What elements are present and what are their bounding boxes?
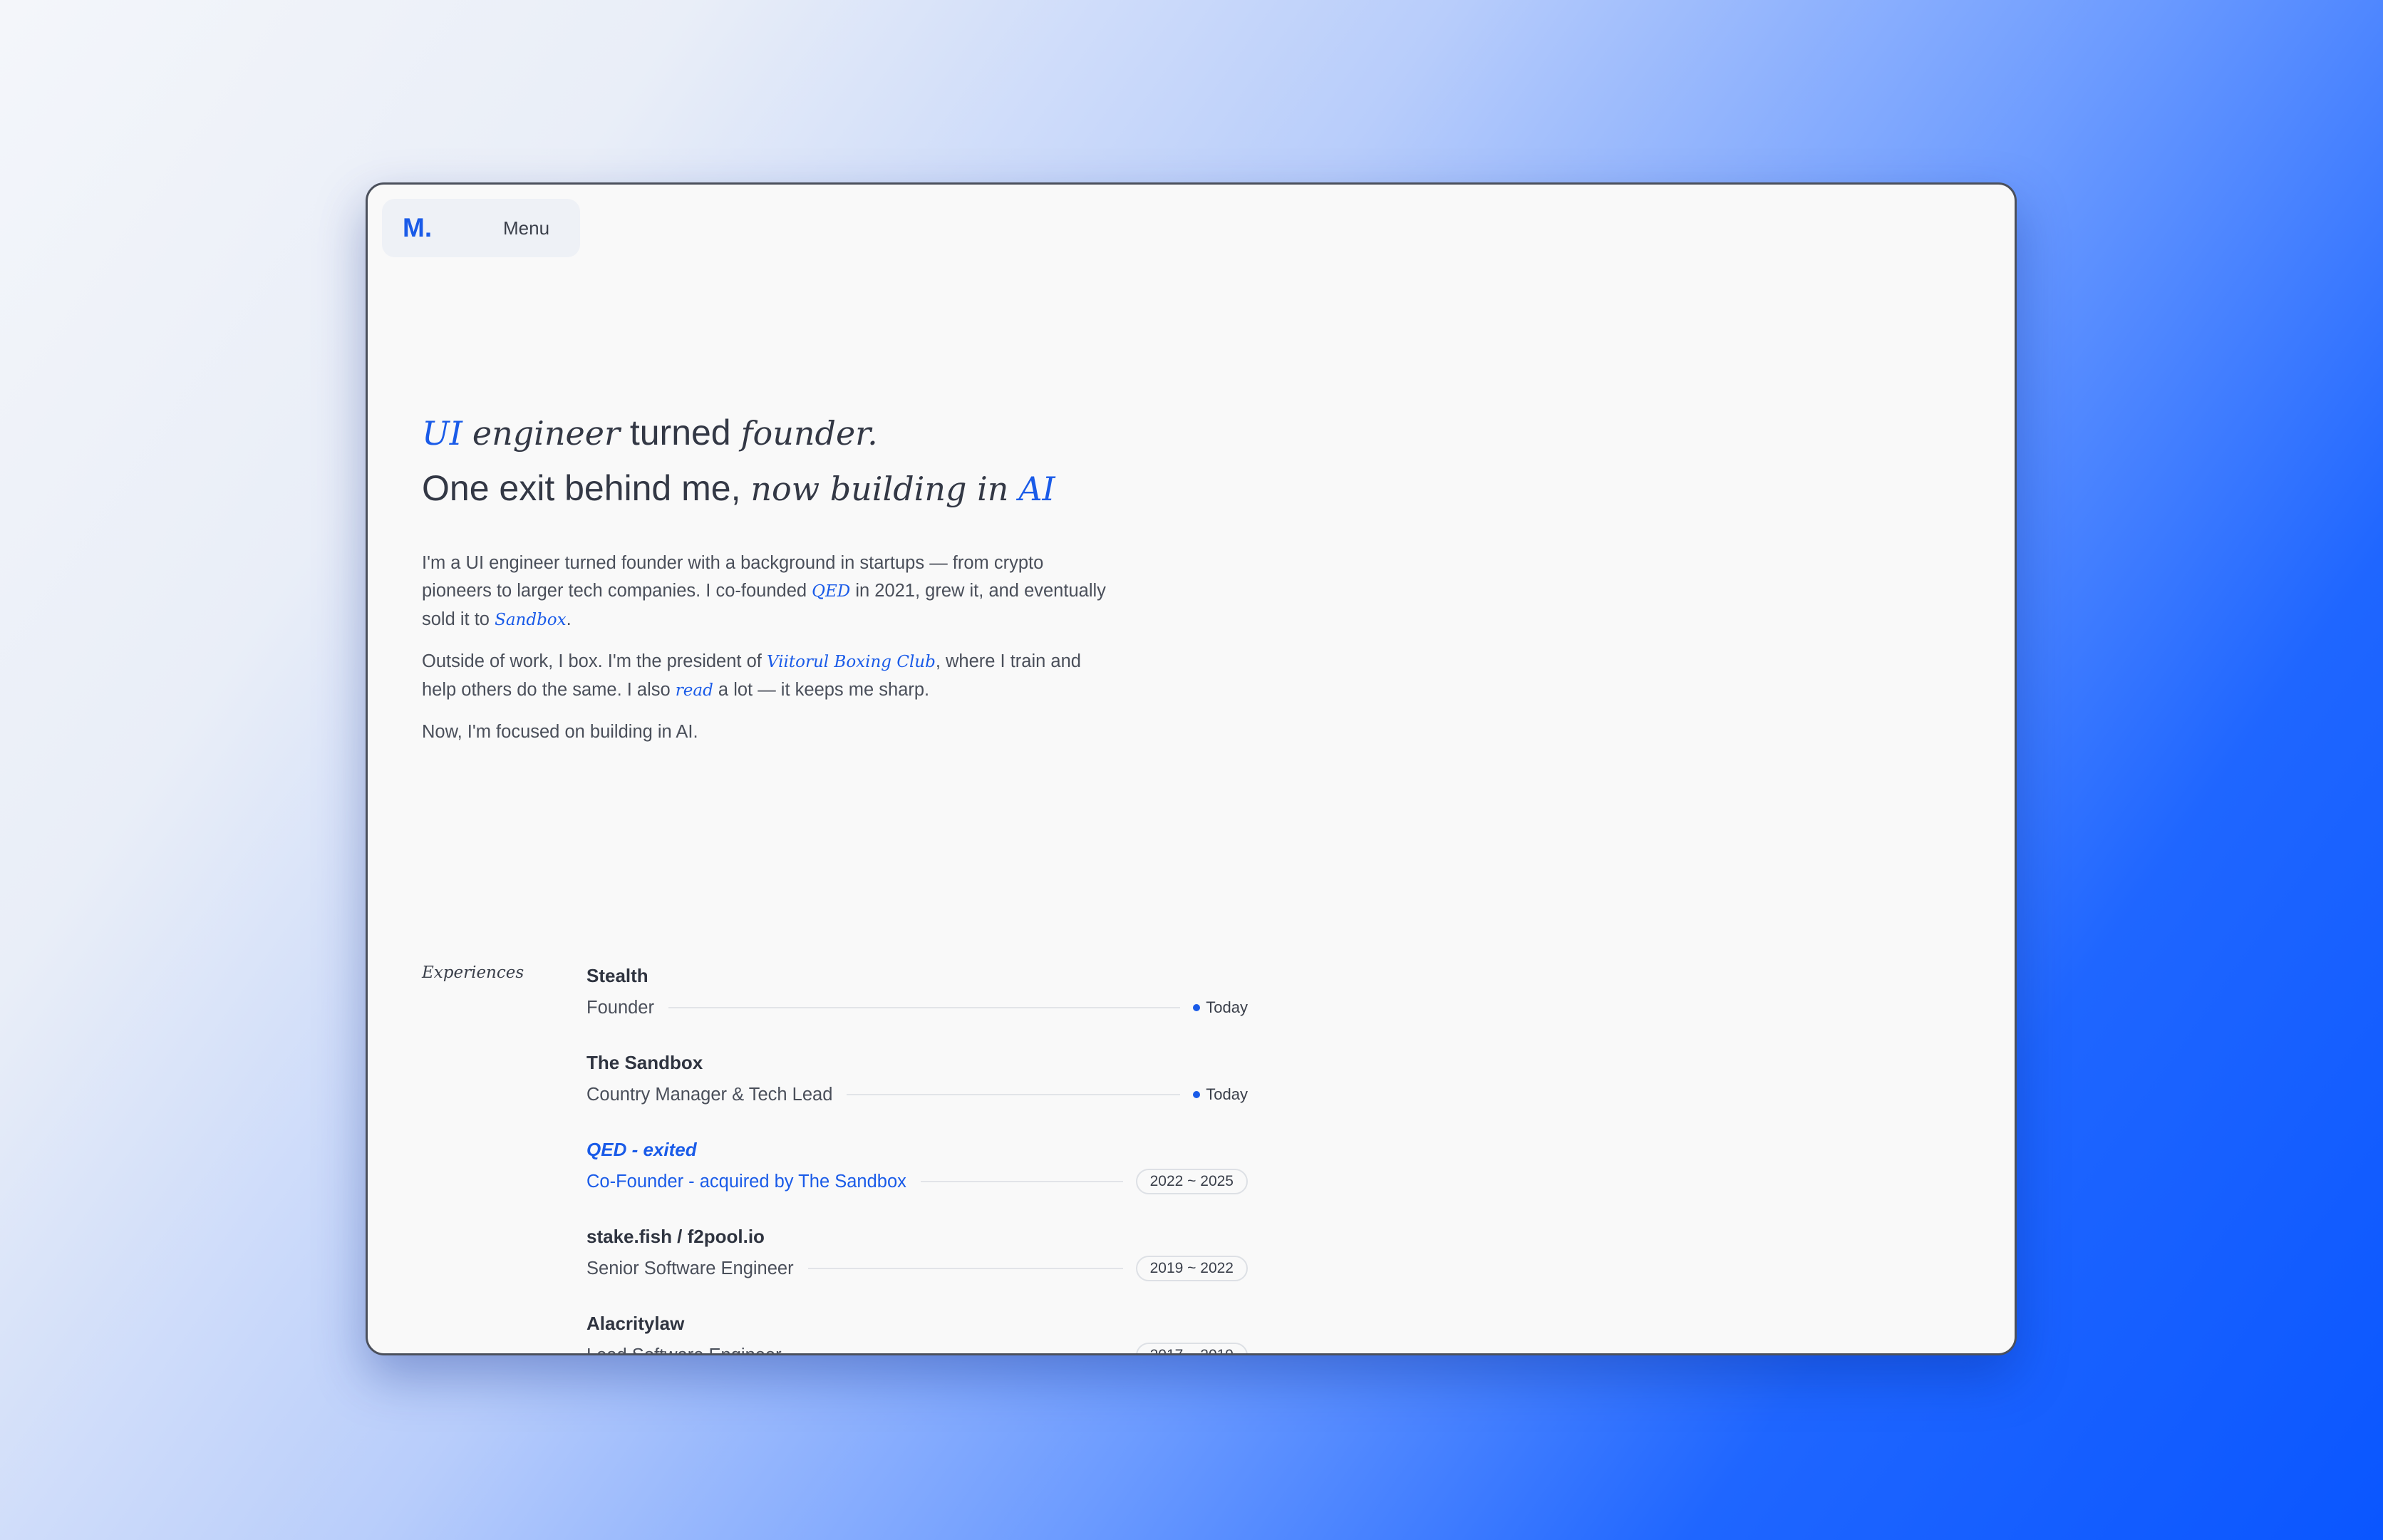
period-badge: 2017 ~ 2019 [1135,1343,1248,1353]
bio-text: . [566,609,572,629]
experience-item-stealth: Stealth Founder Today [586,963,1248,1035]
read-link[interactable]: read [676,681,713,700]
experience-item-sandbox: The Sandbox Country Manager & Tech Lead … [586,1050,1248,1122]
role-title: Country Manager & Tech Lead [586,1084,833,1105]
company-name: Stealth [586,965,648,986]
logo[interactable]: M. [403,199,432,257]
period-badge: 2022 ~ 2025 [1135,1169,1248,1194]
sandbox-link[interactable]: Sandbox [495,611,567,629]
experience-item-qed[interactable]: QED - exited Co-Founder - acquired by Th… [586,1137,1248,1209]
bio-text: Outside of work, I box. I'm the presiden… [422,651,767,671]
current-indicator: Today [1193,998,1248,1017]
hero-turned-word: turned [629,413,731,453]
hero-headline: UI engineer turned founder. One exit beh… [422,405,1348,517]
period-label: Today [1206,998,1248,1016]
experience-item-stakefish: stake.fish / f2pool.io Senior Software E… [586,1224,1248,1296]
hero-engineer-word: engineer [472,414,620,453]
experiences-label: Experiences [422,963,524,982]
period-label: Today [1206,1085,1248,1103]
bio-paragraph-1: I'm a UI engineer turned founder with a … [422,549,1106,634]
role-title[interactable]: Co-Founder - acquired by The Sandbox [586,1172,906,1192]
role-title: Senior Software Engineer [586,1258,794,1278]
bio-section: I'm a UI engineer turned founder with a … [422,549,1106,760]
hero-founder-word: founder. [740,414,878,453]
timeline-divider [920,1181,1123,1182]
company-name[interactable]: QED - exited [586,1137,697,1162]
role-row: Country Manager & Tech Lead Today [586,1082,1248,1107]
timeline-divider [807,1268,1123,1269]
status-dot-icon [1193,1091,1201,1098]
role-title: Lead Software Engineer [586,1345,782,1355]
role-row: Co-Founder - acquired by The Sandbox 202… [586,1169,1248,1194]
bio-paragraph-2: Outside of work, I box. I'm the presiden… [422,648,1106,705]
company-name: The Sandbox [586,1052,703,1073]
nav-bar: M. Menu [382,199,580,257]
hero-ui-word: UI [422,414,462,453]
period-badge: 2019 ~ 2022 [1135,1256,1248,1281]
role-row: Lead Software Engineer 2017 ~ 2019 [586,1343,1248,1355]
role-row: Senior Software Engineer 2019 ~ 2022 [586,1256,1248,1281]
timeline-divider [668,1007,1181,1008]
qed-link[interactable]: QED [812,582,850,601]
hero-building-text: now building in [750,470,1009,508]
timeline-divider [847,1094,1181,1095]
hero-line-2: One exit behind me, now building in AI [422,461,1348,517]
hero-ai-word: AI [1018,470,1055,508]
browser-window: M. Menu UI engineer turned founder. One … [366,182,2017,1355]
company-name: Alacritylaw [586,1313,685,1334]
bio-text: a lot — it keeps me sharp. [713,680,930,700]
role-title: Founder [586,997,654,1018]
experience-item-alacritylaw: Alacritylaw Lead Software Engineer 2017 … [586,1311,1248,1355]
bio-paragraph-3: Now, I'm focused on building in AI. [422,722,698,742]
hero-line-1: UI engineer turned founder. [422,405,1348,461]
menu-button[interactable]: Menu [503,199,549,257]
company-name: stake.fish / f2pool.io [586,1226,765,1247]
status-dot-icon [1193,1004,1201,1011]
boxing-club-link[interactable]: Viitorul Boxing Club [767,653,936,671]
role-row: Founder Today [586,996,1248,1020]
hero-exit-text: One exit behind me, [422,468,741,508]
current-indicator: Today [1193,1085,1248,1104]
